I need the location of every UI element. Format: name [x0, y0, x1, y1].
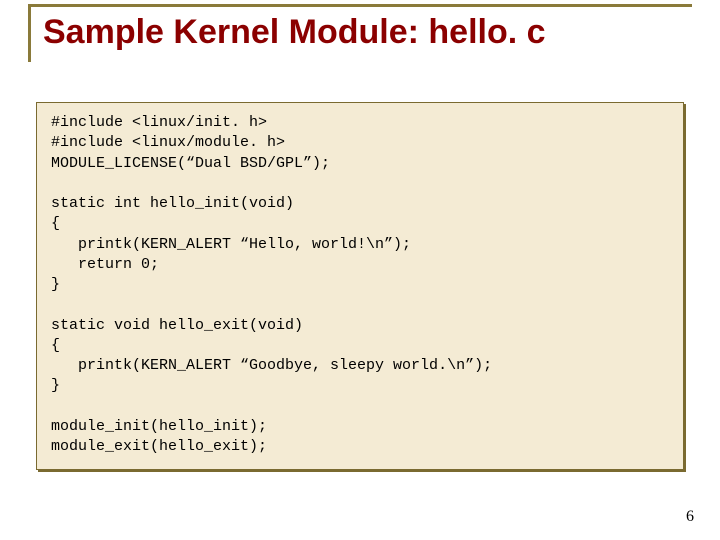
title-container: Sample Kernel Module: hello. c	[28, 7, 692, 62]
code-line: #include <linux/init. h>	[51, 114, 267, 131]
code-line: }	[51, 276, 60, 293]
code-line: }	[51, 377, 60, 394]
slide-title: Sample Kernel Module: hello. c	[43, 13, 692, 52]
code-line: {	[51, 337, 60, 354]
code-line: static int hello_init(void)	[51, 195, 294, 212]
code-line: static void hello_exit(void)	[51, 317, 303, 334]
slide: Sample Kernel Module: hello. c #include …	[0, 0, 720, 540]
page-number: 6	[686, 508, 694, 526]
code-line: return 0;	[51, 256, 159, 273]
code-line: module_exit(hello_exit);	[51, 438, 267, 455]
code-line: printk(KERN_ALERT “Goodbye, sleepy world…	[51, 357, 492, 374]
code-line: #include <linux/module. h>	[51, 134, 285, 151]
code-box: #include <linux/init. h> #include <linux…	[36, 102, 684, 470]
title-rule: Sample Kernel Module: hello. c	[28, 4, 692, 62]
code-line: printk(KERN_ALERT “Hello, world!\n”);	[51, 236, 411, 253]
code-line: module_init(hello_init);	[51, 418, 267, 435]
code-line: {	[51, 215, 60, 232]
code-line: MODULE_LICENSE(“Dual BSD/GPL”);	[51, 155, 330, 172]
